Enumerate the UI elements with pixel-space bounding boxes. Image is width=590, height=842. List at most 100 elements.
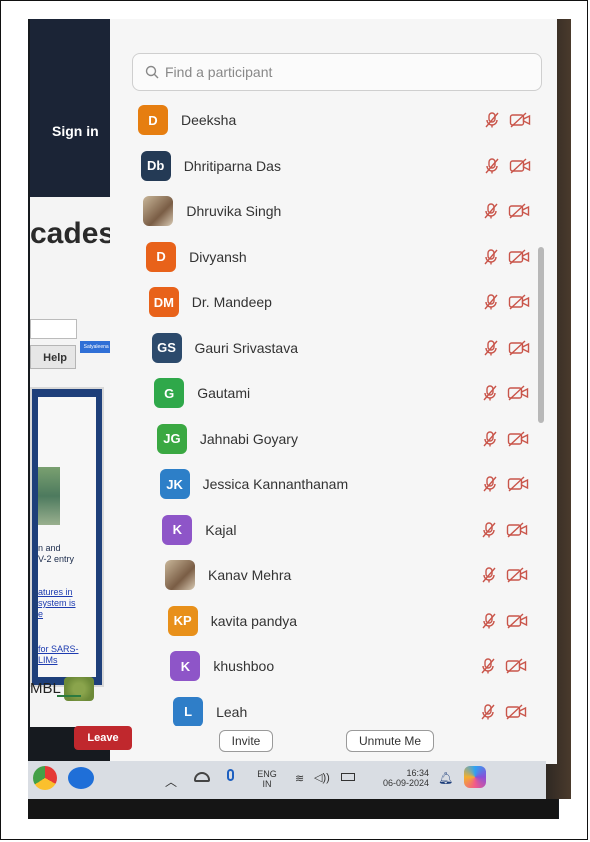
participant-avatar: K [170,651,201,681]
card-thumbnail [38,467,60,525]
video-off-icon[interactable] [507,475,529,493]
participant-avatar: JG [156,423,187,454]
search-participant-field[interactable]: Find a participant [132,53,542,91]
card-link[interactable]: for SARS- [38,644,79,654]
video-off-icon[interactable] [506,612,528,630]
participant-name: kavita pandya [210,612,298,629]
background-input[interactable] [30,319,77,339]
mic-off-icon[interactable] [480,566,498,584]
video-off-icon[interactable] [508,202,530,220]
video-off-icon[interactable] [507,384,529,402]
screen-photo: Sign in cades Help Satyaleena Sa... n an… [0,0,588,840]
panel-footer [110,726,557,764]
notification-bell-icon[interactable]: 🔔︎ [438,771,453,785]
participant-row[interactable]: DM Dr. Mandeep [148,285,569,319]
video-off-icon[interactable] [508,293,530,311]
card-link[interactable]: e [38,609,43,619]
participant-avatar [143,196,174,226]
mic-off-icon[interactable] [479,657,497,675]
wifi-icon[interactable]: ≋ [295,772,304,785]
video-off-icon[interactable] [509,157,531,175]
participant-row[interactable]: JG Jahnabi Goyary [156,422,577,456]
background-webpage: Sign in cades Help Satyaleena Sa... n an… [30,19,116,727]
card-link[interactable]: LIMs [38,655,58,665]
background-heading: cades [30,217,116,250]
participant-row[interactable]: KP kavita pandya [167,604,587,638]
video-off-icon[interactable] [506,521,528,539]
video-off-icon[interactable] [509,111,531,129]
participant-name: Dr. Mandeep [191,294,272,310]
video-off-icon[interactable] [505,657,527,675]
search-placeholder: Find a participant [165,64,273,80]
participant-row[interactable]: D Deeksha [138,103,558,137]
participant-name: Dhritiparna Das [183,157,281,174]
background-header: Sign in [30,19,116,197]
clock[interactable]: 16:34 06-09-2024 [367,768,429,788]
card-text-line: V-2 entry [38,554,75,564]
participant-row[interactable]: Kkhushboo [170,649,587,683]
speaker-icon[interactable]: ◁)) [314,771,330,784]
mic-off-icon[interactable] [479,703,497,721]
participant-row[interactable]: L Leah [173,695,587,729]
participant-name: Jahnabi Goyary [199,430,298,447]
mic-off-icon[interactable] [483,111,501,129]
card-text-line: n and [38,543,61,553]
participant-row[interactable]: D Divyansh [146,240,566,274]
mic-off-icon[interactable] [482,202,500,220]
participant-avatar: Db [140,150,171,181]
video-off-icon[interactable] [508,248,530,266]
participant-name: Deeksha [181,112,237,128]
monitor-bottom-bezel [28,799,558,819]
card-link[interactable]: system is [38,598,76,608]
participant-row[interactable]: JK Jessica Kannanthanam [159,467,580,501]
mic-off-icon[interactable] [480,521,498,539]
participant-avatar: JK [159,469,190,499]
chrome-icon[interactable] [33,766,57,790]
zoom-app-icon[interactable] [68,767,94,789]
mic-off-icon[interactable] [483,157,501,175]
hexagon-logo-icon [64,677,94,701]
participant-avatar [165,560,195,590]
participant-name: Dhruvika Singh [186,203,282,219]
microphone-icon[interactable] [227,769,234,781]
mic-off-icon[interactable] [482,248,500,266]
video-off-icon[interactable] [508,339,530,357]
participant-row[interactable]: Db Dhritiparna Das [140,149,561,183]
invite-button[interactable]: Invite [219,730,273,752]
participant-row[interactable]: G Gautami [154,376,574,410]
cloud-icon[interactable] [194,772,210,782]
participant-avatar: G [154,378,185,408]
leave-button[interactable]: Leave [74,726,132,750]
battery-icon[interactable] [341,773,355,781]
video-off-icon[interactable] [507,430,529,448]
sign-in-link[interactable]: Sign in [52,123,99,139]
chevron-up-icon[interactable]: ︿ [165,773,177,790]
help-button[interactable]: Help [30,345,76,369]
participant-list-scrollbar[interactable] [538,247,544,423]
search-icon [145,65,159,79]
participant-avatar: D [138,105,168,135]
video-off-icon[interactable] [505,703,527,721]
participant-avatar: K [162,514,193,545]
participants-panel: Find a participant D Deeksha Db Dhritiparna… [110,19,557,764]
video-off-icon[interactable] [506,566,528,584]
participant-name: Gautami [197,385,251,401]
background-card: n and V-2 entry atures in system is e fo… [30,387,104,687]
mic-off-icon[interactable] [481,475,499,493]
participant-avatar: GS [151,332,182,363]
mic-off-icon[interactable] [482,339,500,357]
mic-off-icon[interactable] [481,384,499,402]
language-indicator[interactable]: ENG IN [253,769,281,789]
copilot-icon[interactable] [464,766,486,788]
participant-row[interactable]: K Kajal [162,513,582,547]
unmute-me-button[interactable]: Unmute Me [346,730,434,752]
card-link[interactable]: atures in [38,587,73,597]
participant-row[interactable]: GS Gauri Srivastava [151,331,572,365]
mic-off-icon[interactable] [482,293,500,311]
participant-avatar: DM [148,287,179,317]
participant-row[interactable]: Dhruvika Singh [143,194,563,228]
mic-off-icon[interactable] [480,612,498,630]
participant-avatar: L [173,696,204,727]
participant-row[interactable]: Kanav Mehra [165,558,585,592]
mic-off-icon[interactable] [481,430,499,448]
